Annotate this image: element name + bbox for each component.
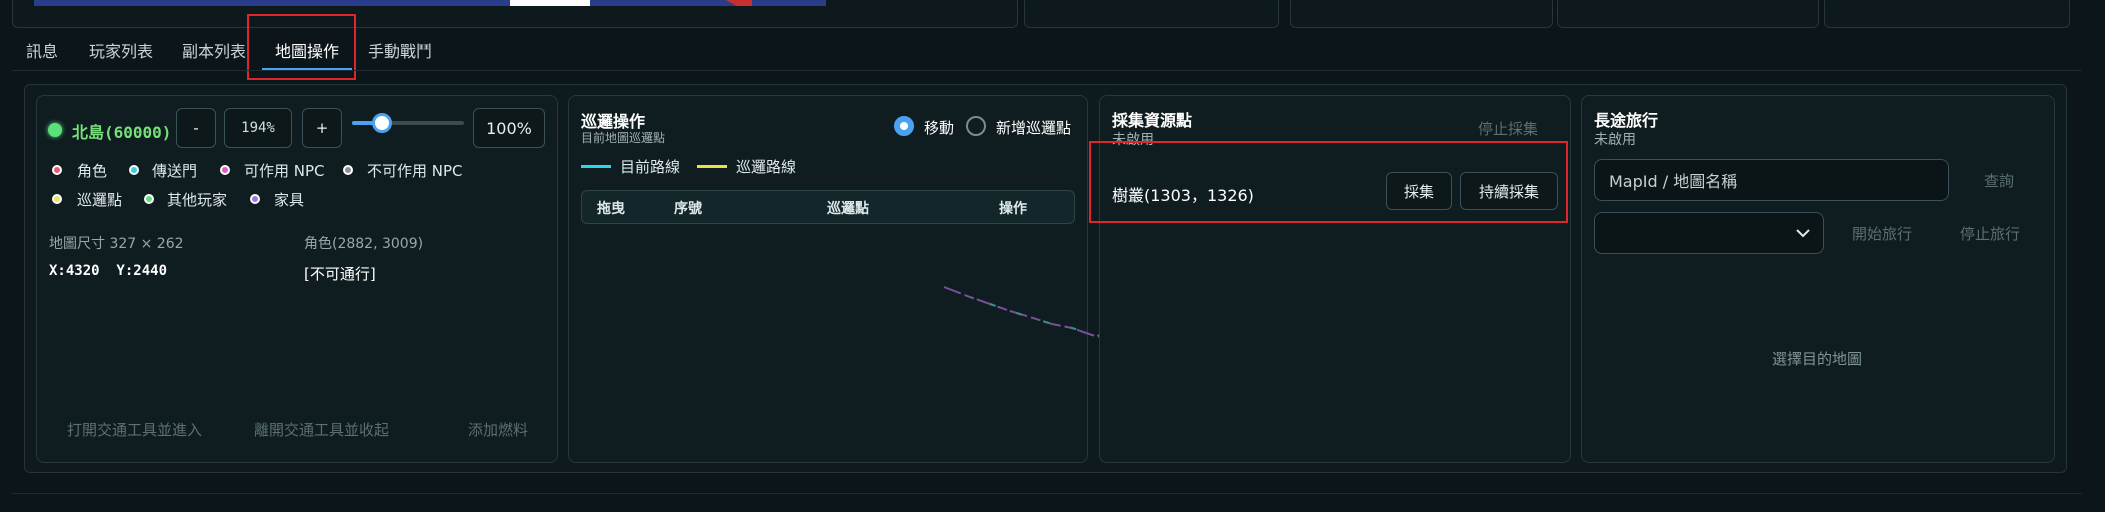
- radio-add-patrol[interactable]: [966, 116, 986, 136]
- zoom-in-button[interactable]: +: [302, 108, 342, 148]
- col-drag: 拖曳: [597, 201, 625, 217]
- legend-dot-portal: [129, 165, 139, 175]
- enter-vehicle-button[interactable]: 打開交通工具並進入: [67, 419, 202, 440]
- zoom-out-button[interactable]: -: [176, 108, 216, 148]
- patrol-subtitle: 目前地圖巡邏點: [581, 131, 666, 145]
- top-panel-5: [1824, 0, 2070, 28]
- exit-vehicle-button[interactable]: 離開交通工具並收起: [254, 419, 389, 440]
- zoom-slider-handle[interactable]: [372, 113, 392, 133]
- tab-messages[interactable]: 訊息: [26, 36, 58, 68]
- start-travel-button[interactable]: 開始旅行: [1852, 223, 1912, 244]
- tab-manual-battle[interactable]: 手動戰鬥: [368, 36, 432, 68]
- legend-patrol-route-line: [697, 165, 727, 168]
- patrol-panel: [568, 95, 1088, 463]
- col-patrol-point: 巡邏點: [827, 201, 869, 217]
- legend-label-other-players: 其他玩家: [167, 191, 228, 209]
- reset-zoom-button[interactable]: 100%: [473, 108, 545, 148]
- map-status-indicator: [48, 123, 62, 137]
- map-size: 地圖尺寸 327 × 262: [49, 236, 184, 252]
- stop-gather-button[interactable]: 停止採集: [1478, 118, 1538, 139]
- legend-label-portal: 傳送門: [152, 162, 198, 180]
- passable-status: [不可通行]: [304, 265, 376, 283]
- radio-add-patrol-label: 新增巡邏點: [996, 119, 1072, 137]
- top-panel-4: [1557, 0, 1819, 28]
- stop-travel-button[interactable]: 停止旅行: [1960, 223, 2020, 244]
- tab-players[interactable]: 玩家列表: [89, 36, 153, 68]
- map-name: 北島(60000): [72, 123, 172, 142]
- legend-dot-inactive-npc: [343, 165, 353, 175]
- top-panel-2: [1024, 0, 1279, 28]
- legend-label-inactive-npc: 不可作用 NPC: [367, 162, 463, 180]
- travel-hint: 選擇目的地圖: [1772, 350, 1863, 368]
- map-preview-highlight: [510, 0, 590, 6]
- bottom-divider: [12, 493, 2082, 494]
- cursor-position: X:4320 Y:2440: [49, 263, 168, 279]
- tabs-divider: [12, 70, 2082, 71]
- patrol-table-header: 拖曳 序號 巡邏點 操作: [581, 190, 1075, 224]
- tab-dungeons[interactable]: 副本列表: [182, 36, 246, 68]
- top-panel-3: [1290, 0, 1553, 28]
- role-position: 角色(2882, 3009): [304, 236, 424, 252]
- radio-move-label: 移動: [924, 119, 955, 137]
- gather-title: 採集資源點: [1112, 111, 1193, 130]
- legend-dot-furniture: [250, 194, 260, 204]
- map-search-input[interactable]: MapId / 地圖名稱: [1594, 159, 1949, 201]
- zoom-slider[interactable]: [352, 113, 464, 133]
- col-actions: 操作: [999, 201, 1027, 217]
- travel-status: 未啟用: [1594, 132, 1636, 148]
- gather-button[interactable]: 採集: [1386, 172, 1452, 210]
- legend-label-patrol-point: 巡邏點: [77, 191, 123, 209]
- legend-dot-patrol-point: [52, 194, 62, 204]
- legend-label-furniture: 家具: [274, 191, 305, 209]
- legend-dot-role: [52, 165, 62, 175]
- map-preview-strip: [34, 0, 826, 6]
- continuous-gather-button[interactable]: 持續採集: [1460, 172, 1558, 210]
- legend-label-interactive-npc: 可作用 NPC: [244, 162, 325, 180]
- map-panel: [36, 95, 558, 463]
- legend-label-role: 角色: [77, 162, 108, 180]
- col-index: 序號: [674, 201, 702, 217]
- resource-name: 樹叢(1303，1326): [1112, 186, 1254, 205]
- legend-dot-interactive-npc: [220, 165, 230, 175]
- chevron-down-icon: [1796, 229, 1810, 238]
- legend-dot-other-players: [144, 194, 154, 204]
- legend-current-route-line: [581, 165, 611, 168]
- destination-select[interactable]: [1594, 212, 1824, 254]
- query-button[interactable]: 查詢: [1984, 170, 2014, 191]
- travel-title: 長途旅行: [1594, 111, 1659, 130]
- radio-move[interactable]: [894, 116, 914, 136]
- legend-current-route-label: 目前路線: [620, 158, 681, 176]
- add-fuel-button[interactable]: 添加燃料: [468, 419, 528, 440]
- zoom-value: 194%: [224, 108, 292, 148]
- travel-panel: [1581, 95, 2055, 463]
- legend-patrol-route-label: 巡邏路線: [736, 158, 797, 176]
